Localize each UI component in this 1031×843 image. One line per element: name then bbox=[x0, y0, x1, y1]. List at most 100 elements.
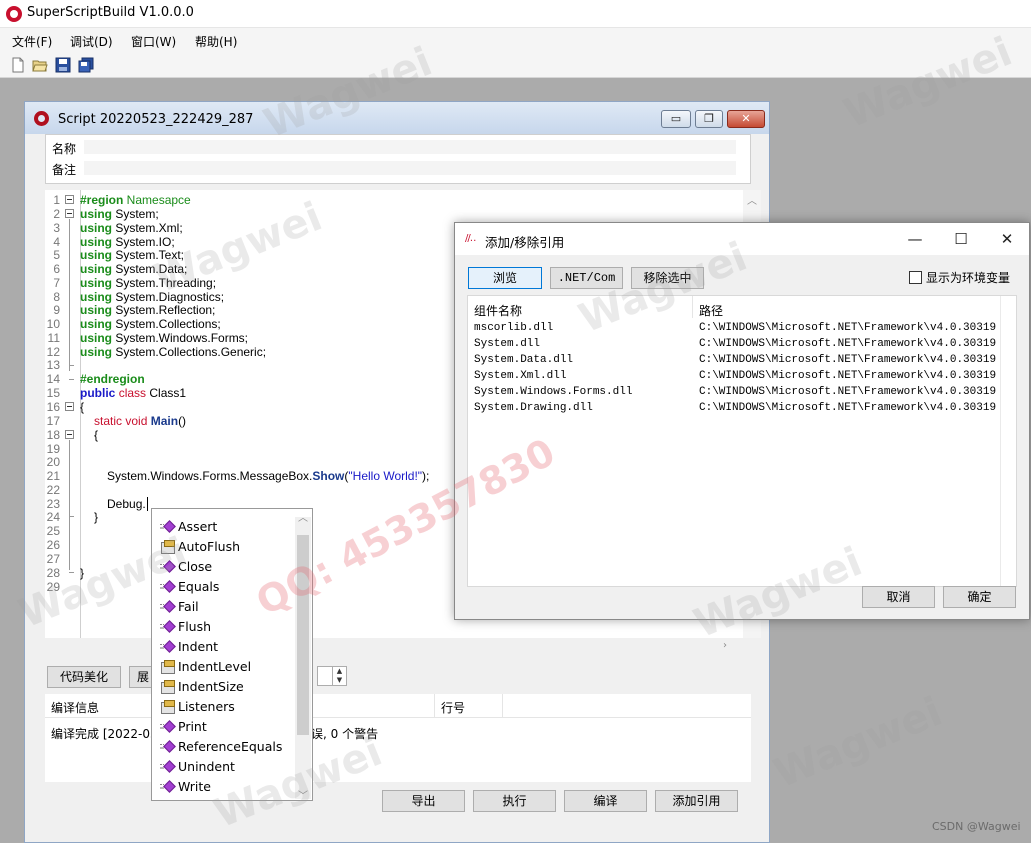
scroll-right-icon[interactable]: › bbox=[723, 640, 727, 651]
method-icon bbox=[160, 620, 174, 634]
app-titlebar: SuperScriptBuild V1.0.0.0 bbox=[0, 0, 1031, 28]
code-line-17: static void Main() bbox=[94, 414, 187, 428]
close-icon: ✕ bbox=[741, 112, 751, 125]
menu-debug[interactable]: 调试(D) bbox=[70, 33, 113, 50]
autocomplete-item[interactable]: Print bbox=[158, 717, 294, 737]
menu-help[interactable]: 帮助(H) bbox=[195, 33, 237, 50]
beautify-code-button[interactable]: 代码美化 bbox=[47, 666, 121, 688]
reference-path[interactable]: C:\WINDOWS\Microsoft.NET\Framework\v4.0.… bbox=[699, 402, 996, 414]
export-button[interactable]: 导出 bbox=[382, 790, 465, 812]
line-number: 5 bbox=[53, 248, 60, 262]
run-button[interactable]: 执行 bbox=[473, 790, 556, 812]
script-close-button[interactable]: ✕ bbox=[727, 110, 765, 128]
maximize-icon[interactable]: ☐ bbox=[949, 229, 973, 249]
reference-name[interactable]: System.Data.dll bbox=[474, 354, 573, 366]
autocomplete-item[interactable]: Indent bbox=[158, 637, 294, 657]
reference-name[interactable]: System.Windows.Forms.dll bbox=[474, 386, 632, 398]
reference-path[interactable]: C:\WINDOWS\Microsoft.NET\Framework\v4.0.… bbox=[699, 386, 996, 398]
scroll-up-icon[interactable]: ︿ bbox=[747, 192, 757, 207]
code-line-11: using System.Windows.Forms; bbox=[80, 331, 249, 345]
line-number: 27 bbox=[46, 552, 60, 566]
line-number: 2 bbox=[53, 207, 60, 221]
add-reference-button[interactable]: 添加引用 bbox=[655, 790, 738, 812]
open-folder-icon[interactable] bbox=[32, 57, 48, 73]
compile-button[interactable]: 编译 bbox=[564, 790, 647, 812]
autocomplete-item[interactable]: IndentSize bbox=[158, 677, 294, 697]
autocomplete-item-label: Indent bbox=[178, 639, 219, 654]
reference-name[interactable]: System.Drawing.dll bbox=[474, 402, 593, 414]
font-size-stepper[interactable]: ▲ ▼ bbox=[317, 666, 347, 686]
code-line-21: System.Windows.Forms.MessageBox.Show("He… bbox=[107, 469, 430, 483]
menu-file[interactable]: 文件(F) bbox=[12, 33, 52, 50]
env-var-checkbox-label[interactable]: 显示为环境变量 bbox=[926, 269, 1010, 286]
line-number: 14 bbox=[46, 372, 60, 386]
line-number: 13 bbox=[46, 358, 60, 372]
line-number: 8 bbox=[53, 290, 60, 304]
code-line-16: { bbox=[80, 400, 85, 414]
save-icon[interactable] bbox=[55, 57, 71, 73]
scroll-up-icon[interactable]: ︿ bbox=[298, 509, 308, 524]
property-icon bbox=[160, 700, 175, 714]
ok-button[interactable]: 确定 bbox=[943, 586, 1016, 608]
code-line-24: } bbox=[94, 510, 99, 524]
reference-name[interactable]: System.dll bbox=[474, 338, 540, 350]
save-all-icon[interactable] bbox=[78, 57, 94, 73]
fold-toggle-region[interactable] bbox=[65, 195, 74, 204]
line-number: 9 bbox=[53, 303, 60, 317]
minimize-icon[interactable]: — bbox=[903, 229, 927, 249]
script-properties-panel: 名称 备注 bbox=[45, 134, 751, 184]
fold-end-tick bbox=[69, 379, 74, 380]
reference-name[interactable]: mscorlib.dll bbox=[474, 322, 553, 334]
fold-toggle-usings[interactable] bbox=[65, 209, 74, 218]
note-field[interactable] bbox=[84, 161, 736, 175]
name-field[interactable] bbox=[84, 140, 736, 154]
autocomplete-item[interactable]: ReferenceEquals bbox=[158, 737, 294, 757]
reference-name[interactable]: System.Xml.dll bbox=[474, 370, 566, 382]
code-line-23: Debug. bbox=[107, 497, 148, 511]
autocomplete-item-label: Equals bbox=[178, 579, 220, 594]
env-var-checkbox[interactable] bbox=[909, 271, 922, 284]
method-icon bbox=[160, 640, 174, 654]
name-label: 名称 bbox=[52, 142, 77, 156]
code-line-9: using System.Reflection; bbox=[80, 303, 216, 317]
script-minimize-button[interactable]: ▭ bbox=[661, 110, 691, 128]
menu-window[interactable]: 窗口(W) bbox=[131, 33, 176, 50]
script-window-titlebar[interactable]: Script 20220523_222429_287 ▭ ❐ ✕ bbox=[25, 102, 769, 134]
line-number: 22 bbox=[46, 483, 60, 497]
script-restore-button[interactable]: ❐ bbox=[695, 110, 723, 128]
line-number: 6 bbox=[53, 262, 60, 276]
new-file-icon[interactable] bbox=[10, 57, 26, 73]
fold-toggle-class[interactable] bbox=[65, 402, 74, 411]
autocomplete-item-label: Unindent bbox=[178, 759, 235, 774]
code-line-18: { bbox=[94, 428, 99, 442]
menubar: 文件(F) 调试(D) 窗口(W) 帮助(H) bbox=[0, 28, 1031, 52]
autocomplete-item-label: IndentSize bbox=[178, 679, 244, 694]
line-number: 19 bbox=[46, 442, 60, 456]
close-icon[interactable]: ✕ bbox=[995, 229, 1019, 249]
autocomplete-item[interactable]: Listeners bbox=[158, 697, 294, 717]
autocomplete-item[interactable]: IndentLevel bbox=[158, 657, 294, 677]
property-icon bbox=[160, 680, 175, 694]
code-line-2: using System; bbox=[80, 207, 159, 221]
reference-path[interactable]: C:\WINDOWS\Microsoft.NET\Framework\v4.0.… bbox=[699, 322, 996, 334]
reference-path[interactable]: C:\WINDOWS\Microsoft.NET\Framework\v4.0.… bbox=[699, 338, 996, 350]
line-number: 18 bbox=[46, 428, 60, 442]
stepper-arrows-icon[interactable]: ▲ ▼ bbox=[332, 667, 346, 685]
line-number: 1 bbox=[53, 193, 60, 207]
reference-path[interactable]: C:\WINDOWS\Microsoft.NET\Framework\v4.0.… bbox=[699, 370, 996, 382]
list-scroll-track bbox=[1000, 296, 1001, 586]
col-path[interactable]: 路径 bbox=[699, 302, 723, 319]
minimize-icon: ▭ bbox=[670, 112, 682, 125]
reference-path[interactable]: C:\WINDOWS\Microsoft.NET\Framework\v4.0.… bbox=[699, 354, 996, 366]
line-number: 11 bbox=[47, 331, 60, 345]
cancel-button[interactable]: 取消 bbox=[862, 586, 935, 608]
col-build-info: 编译信息 bbox=[51, 701, 100, 715]
fold-toggle-method[interactable] bbox=[65, 430, 74, 439]
col-component-name[interactable]: 组件名称 bbox=[474, 302, 522, 319]
fold-guide-usings bbox=[69, 219, 70, 371]
reference-list[interactable]: 组件名称 路径 mscorlib.dll C:\WINDOWS\Microsoft… bbox=[467, 295, 1017, 587]
line-number: 15 bbox=[46, 386, 60, 400]
script-logo-icon bbox=[34, 111, 49, 126]
browse-button[interactable]: 浏览 bbox=[468, 267, 542, 289]
code-line-10: using System.Collections; bbox=[80, 317, 221, 331]
